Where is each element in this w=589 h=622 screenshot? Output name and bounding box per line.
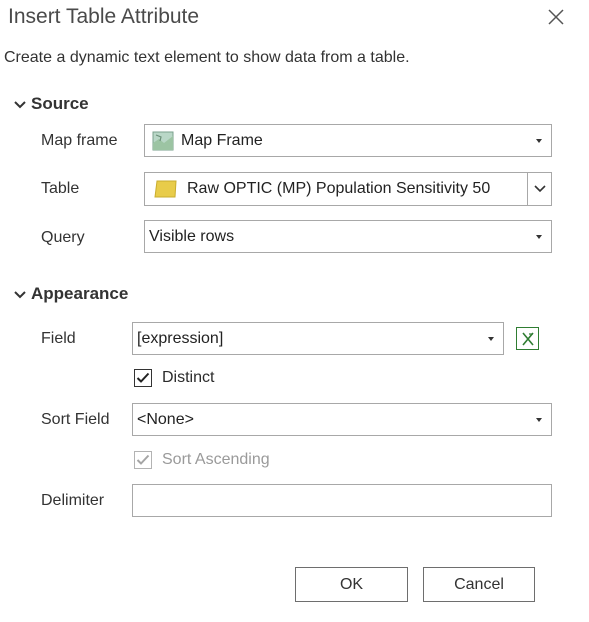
polygon-layer-icon <box>145 179 187 199</box>
checkmark-icon <box>136 372 150 383</box>
field-label: Field <box>41 330 76 347</box>
query-value: Visible rows <box>149 227 235 245</box>
sort-field-value: <None> <box>137 410 194 428</box>
chevron-down-icon <box>527 417 551 422</box>
close-icon <box>548 9 564 25</box>
chevron-down-icon <box>533 185 546 193</box>
checkbox-box <box>134 451 152 469</box>
chevron-down-icon <box>527 138 551 143</box>
source-section-header[interactable]: Source <box>12 94 89 114</box>
chevron-down-icon <box>479 336 503 341</box>
chevron-down-icon <box>14 101 26 109</box>
table-dropdown[interactable]: Raw OPTIC (MP) Population Sensitivity 50 <box>144 172 552 206</box>
map-frame-icon <box>145 131 181 151</box>
appearance-heading: Appearance <box>31 284 129 303</box>
delimiter-label: Delimiter <box>41 492 105 509</box>
distinct-label: Distinct <box>162 369 215 386</box>
query-label: Query <box>41 229 85 246</box>
map-frame-value: Map Frame <box>181 131 263 149</box>
field-value: [expression] <box>137 329 224 347</box>
cancel-button[interactable]: Cancel <box>423 567 535 602</box>
source-heading: Source <box>31 94 89 113</box>
ok-button[interactable]: OK <box>295 567 408 602</box>
sort-field-dropdown[interactable]: <None> <box>132 403 552 436</box>
insert-table-attribute-dialog: Insert Table Attribute Create a dynamic … <box>0 0 589 622</box>
table-label: Table <box>41 180 80 197</box>
distinct-checkbox[interactable]: Distinct <box>134 369 214 387</box>
field-dropdown[interactable]: [expression] <box>132 322 504 355</box>
close-button[interactable] <box>543 4 569 30</box>
table-dropdown-button[interactable] <box>527 173 551 205</box>
map-frame-dropdown[interactable]: Map Frame <box>144 124 552 157</box>
appearance-section-header[interactable]: Appearance <box>12 284 128 304</box>
sort-ascending-checkbox: Sort Ascending <box>134 451 270 469</box>
chevron-down-icon <box>14 291 26 299</box>
chevron-down-icon <box>527 234 551 239</box>
table-value: Raw OPTIC (MP) Population Sensitivity 50 <box>187 180 491 197</box>
checkbox-box[interactable] <box>134 369 152 387</box>
expression-icon <box>521 331 534 346</box>
query-dropdown[interactable]: Visible rows <box>144 220 552 253</box>
dialog-title: Insert Table Attribute <box>8 5 200 28</box>
expression-button[interactable] <box>516 327 539 350</box>
delimiter-input[interactable] <box>132 484 552 517</box>
map-frame-label: Map frame <box>41 132 118 149</box>
sort-field-label: Sort Field <box>41 411 110 428</box>
dialog-description: Create a dynamic text element to show da… <box>4 49 410 66</box>
checkmark-icon <box>136 454 150 465</box>
sort-ascending-label: Sort Ascending <box>162 451 270 468</box>
